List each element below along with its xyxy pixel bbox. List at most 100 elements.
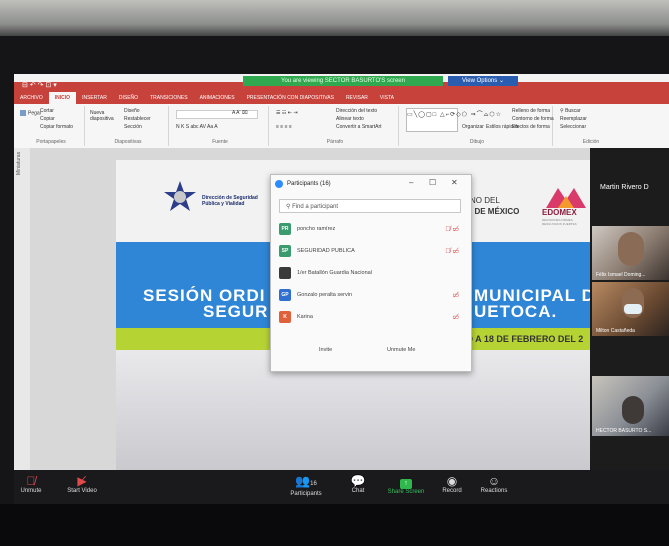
muted-status-icon: 🎙̸ ▭̸ [445,248,459,255]
group-label: Portapapeles [36,139,66,145]
invite-button[interactable]: Invite [319,347,332,353]
avatar: SP [279,245,291,257]
cut-button[interactable]: Cortar [40,108,54,114]
font-size-controls[interactable]: A A' ⌧ [232,110,248,116]
copy-button[interactable]: Copiar [40,116,55,122]
new-slide-button[interactable]: Nueva diapositiva [90,110,120,122]
share-screen-button[interactable]: ↑ Share Screen [386,474,426,495]
tab-transiciones[interactable]: TRANSICIONES [144,95,194,101]
police-badge-icon [164,181,196,211]
slide-title-right-2: UETOCA. [474,302,558,321]
clipboard-icon [20,110,26,116]
format-painter-button[interactable]: Copiar formato [40,124,73,130]
participant-name: SEGURIDAD PUBLICA [297,248,355,254]
select-button[interactable]: Seleccionar [560,124,586,130]
tab-revisar[interactable]: REVISAR [340,95,374,101]
edomex-subtext: DECISIONES FIRMES, RESULTADOS FUERTES [542,218,577,226]
text-direction-button[interactable]: Dirección del texto [336,108,377,114]
find-button[interactable]: ⚲ Buscar [560,108,581,114]
start-video-button[interactable]: ▶̸ Start Video [60,474,104,494]
participants-title: Participants (16) [287,181,331,187]
unmute-button[interactable]: 🎙̸ Unmute [18,474,44,494]
participant-search-input[interactable]: ⚲ Find a participant [279,199,461,213]
mic-muted-icon: 🎙̸ [26,474,36,488]
video-tile-name: Félix Ismael Doming... [596,272,646,278]
shape-effects-button[interactable]: Efectos de forma [512,124,550,130]
tab-presentacion[interactable]: PRESENTACIÓN CON DIAPOSITIVAS [241,95,340,101]
video-tile[interactable]: Félix Ismael Doming... [592,226,669,280]
face-mask [624,304,642,314]
ribbon: Pegar Cortar Copiar Copiar formato Porta… [14,104,669,149]
paste-button[interactable]: Pegar [20,110,41,116]
tab-vista[interactable]: VISTA [374,95,400,101]
participant-row[interactable]: GP Gonzalo peralta servin ▭̸ [279,289,463,305]
video-off-icon: ▶̸ [77,474,87,488]
group-edicion: ⚲ Buscar Reemplazar Seleccionar Edición [556,106,626,146]
group-portapapeles: Pegar Cortar Copiar Copiar formato Porta… [18,106,85,146]
font-format-buttons[interactable]: N K S abc AV Aa A [176,124,218,130]
list-buttons[interactable]: ☰ ☷ ⇤ ⇥ [276,110,298,116]
participant-row[interactable]: PR poncho ramírez 🎙̸ ▭̸ [279,223,463,239]
muted-status-icon: ▭̸ [452,292,459,299]
active-speaker-name: Martin Rivero D [600,184,649,191]
arrange-button[interactable]: Organizar [462,124,484,130]
muted-status-icon: ▭̸ [452,314,459,321]
shape-fill-button[interactable]: Relleno de forma [512,108,550,114]
thumbnail-pane[interactable] [14,148,30,470]
tab-diseno[interactable]: DISEÑO [113,95,144,101]
monitor-bottom-bezel [0,504,669,546]
avatar: GP [279,289,291,301]
participant-face [618,232,644,266]
shapes-gallery[interactable]: ▭╲◯▢□ △⌐⟳◇⬠ ⇒⌒⌓⬡☆ [406,108,501,132]
share-screen-icon: ↑ [400,479,412,489]
participants-icon: 👥16 [295,474,317,488]
view-options-button[interactable]: View Options ⌄ [448,76,518,86]
slide-title-left-2: SEGUR [203,302,269,321]
participant-row[interactable]: 1/er Batallón Guardia Nacional [279,267,463,283]
quick-access-toolbar[interactable]: ⊟ ↶ ↷ ⊡ ▾ [22,80,92,91]
slide-date: O A 18 DE FEBRERO DEL 2 [466,334,584,344]
tab-insertar[interactable]: INSERTAR [76,95,113,101]
chat-button[interactable]: 💬 Chat [346,474,370,494]
align-buttons[interactable]: ≡ ≡ ≡ ≡ [276,124,292,130]
layout-button[interactable]: Diseño [124,108,140,114]
gov-text-2: O DE MÉXICO [466,207,520,216]
reactions-button[interactable]: ☺ Reactions [478,474,510,494]
replace-button[interactable]: Reemplazar [560,116,587,122]
section-button[interactable]: Sección [124,124,142,130]
maximize-icon[interactable]: ☐ [429,178,436,187]
avatar [279,267,291,279]
participant-row[interactable]: K Karina ▭̸ [279,311,463,327]
shape-outline-button[interactable]: Contorno de forma [512,116,554,122]
zoom-logo-icon [275,180,283,188]
chat-icon: 💬 [350,474,366,488]
tab-inicio[interactable]: INICIO [48,92,77,104]
align-text-button[interactable]: Alinear texto [336,116,364,122]
smartart-button[interactable]: Convertir a SmartArt [336,124,382,130]
tab-animaciones[interactable]: ANIMACIONES [194,95,241,101]
video-tile[interactable]: Milton Castañeda [592,282,669,336]
room-background [0,0,669,40]
participants-button[interactable]: 👥16 Participants [286,474,326,497]
thumbnail-pane-label: Miniaturas [16,151,22,175]
unmute-me-button[interactable]: Unmute Me [387,347,415,353]
search-placeholder: Find a participant [292,204,339,210]
participant-name: Gonzalo peralta servin [297,292,353,298]
group-diapositivas: Nueva diapositiva Diseño Restablecer Sec… [88,106,169,146]
participant-row[interactable]: SP SEGURIDAD PUBLICA 🎙̸ ▭̸ [279,245,463,261]
reset-button[interactable]: Restablecer [124,116,151,122]
close-icon[interactable]: ✕ [451,178,458,187]
group-label: Párrafo [326,139,344,145]
tab-archivo[interactable]: ARCHIVO [14,95,49,101]
zoom-control-bar [14,470,669,504]
video-tile-name: Milton Castañeda [596,328,635,334]
group-dibujo: ▭╲◯▢□ △⌐⟳◇⬠ ⇒⌒⌓⬡☆ Organizar Estilos rápi… [402,106,554,146]
participant-name: Karina [297,314,313,320]
record-button[interactable]: ◉ Record [440,474,464,494]
participant-name: 1/er Batallón Guardia Nacional [297,270,372,276]
video-tile[interactable]: HECTOR BASURTO S... [592,376,669,436]
muted-status-icon: 🎙̸ ▭̸ [445,226,459,233]
minimize-icon[interactable]: – [409,178,413,187]
group-parrafo: ☰ ☷ ⇤ ⇥ ≡ ≡ ≡ ≡ Dirección del texto Alin… [272,106,399,146]
group-label: Fuente [212,139,228,145]
